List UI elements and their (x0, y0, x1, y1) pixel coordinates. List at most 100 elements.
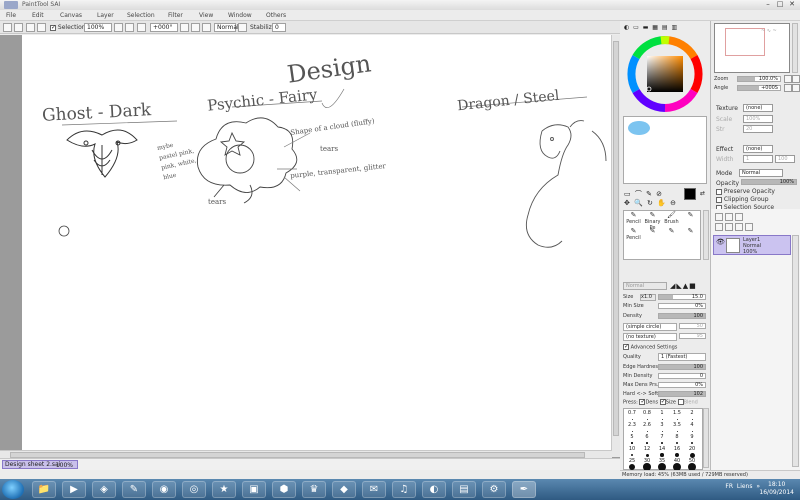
menu-file[interactable]: File (6, 12, 16, 19)
start-button[interactable] (2, 480, 24, 499)
primary-color-swatch[interactable] (684, 188, 696, 200)
selection-toggle[interactable]: Selection (50, 24, 86, 31)
density-slider[interactable]: 100 (658, 313, 706, 319)
links-toolbar[interactable]: Liens (737, 483, 753, 490)
maximize-icon[interactable]: □ (774, 0, 786, 9)
texture-select[interactable]: (none) (743, 104, 773, 112)
merge-down-button[interactable] (725, 223, 733, 231)
taskbar-app8-icon[interactable]: ✉ (362, 481, 386, 498)
menu-others[interactable]: Others (266, 12, 286, 19)
brush-size-option[interactable]: 2.6 (640, 422, 654, 432)
tool-slot-4[interactable]: ✎ (681, 211, 700, 227)
language-indicator[interactable]: FR (725, 483, 733, 490)
tool-brush[interactable]: 🖌 Brush (662, 211, 681, 227)
brush-size-option[interactable]: 3.5 (670, 422, 684, 432)
nav-angle-right-button[interactable] (792, 84, 800, 92)
brush-mode-select[interactable]: Normal (623, 282, 667, 290)
swap-colors-icon[interactable]: ⇄ (700, 190, 705, 197)
shape-strength-slider[interactable]: 50 (679, 323, 706, 329)
taskbar-app12-icon[interactable]: ⚙ (482, 481, 506, 498)
brush-size-option[interactable]: 6 (640, 434, 654, 444)
min-size-slider[interactable]: 0% (658, 303, 706, 309)
effect-strength-value[interactable]: 100 (775, 155, 795, 163)
angle-select[interactable]: +000° (150, 23, 178, 32)
scratchpad[interactable] (623, 116, 707, 184)
minimize-icon[interactable]: – (762, 0, 774, 9)
invert-selection-button[interactable] (14, 23, 23, 32)
tool-binary-pen[interactable]: ✎ Binary Pe (643, 211, 662, 231)
brush-size-option[interactable]: 3 (655, 422, 669, 432)
tool-grid-scrollbar[interactable] (703, 210, 709, 260)
width-value[interactable]: 1 (743, 155, 773, 163)
brush-size-option[interactable]: 20 (685, 446, 699, 458)
max-dens-slider[interactable]: 0% (658, 382, 706, 388)
nav-zoom-minus-button[interactable] (784, 75, 792, 83)
press-blend-checkbox[interactable] (677, 399, 684, 405)
strength-value[interactable]: 20 (743, 125, 773, 133)
nav-angle-slider[interactable]: +000S (737, 85, 781, 91)
flip-button[interactable] (238, 23, 247, 32)
brush-shape-icons[interactable]: ◢◣▲■ (670, 282, 697, 290)
taskbar-app5-icon[interactable]: ⬢ (272, 481, 296, 498)
scratchpad-swatch[interactable] (628, 121, 650, 135)
min-density-slider[interactable]: 0 (658, 373, 706, 379)
taskbar-browser-icon[interactable]: ◎ (182, 481, 206, 498)
vscroll-thumb[interactable] (613, 41, 619, 436)
preserve-opacity-row[interactable]: Preserve Opacity (716, 188, 775, 195)
brush-size-option[interactable]: 7 (655, 434, 669, 444)
edge-hardness-slider[interactable]: 100 (658, 364, 706, 370)
menu-layer[interactable]: Layer (97, 12, 114, 19)
canvas-horizontal-scrollbar[interactable] (0, 450, 612, 458)
brush-shape-select[interactable]: (simple circle) (623, 323, 677, 331)
canvas-vertical-scrollbar[interactable] (611, 35, 620, 457)
mode-select[interactable]: Normal (739, 169, 783, 177)
brush-size-option[interactable]: 25 (625, 458, 639, 471)
clipping-group-row[interactable]: Clipping Group (716, 196, 769, 203)
brush-size-option[interactable]: 5 (625, 434, 639, 444)
layers-scrollbar[interactable] (792, 235, 799, 467)
tool-pencil[interactable]: ✎ Pencil (624, 211, 643, 227)
brush-size-option[interactable]: 12 (640, 446, 654, 457)
scale-value[interactable]: 100% (743, 115, 773, 123)
taskbar-app2-icon[interactable]: ◉ (152, 481, 176, 498)
tool-slot-8[interactable]: ✎ (681, 227, 700, 243)
taskbar-app3-icon[interactable]: ★ (212, 481, 236, 498)
brush-size-option[interactable]: 10 (625, 446, 639, 457)
navigator-viewport[interactable] (725, 28, 765, 56)
new-linework-button[interactable] (735, 213, 743, 221)
delete-layer-button[interactable] (745, 223, 753, 231)
size-slider[interactable]: 15.0 (658, 294, 706, 300)
close-icon[interactable]: ✕ (786, 0, 798, 9)
nav-zoom-slider[interactable]: 100.0% (737, 76, 781, 82)
stabilizer-select[interactable]: 0 (272, 23, 286, 32)
preserve-opacity-checkbox[interactable] (716, 188, 722, 195)
clear-button[interactable] (37, 23, 46, 32)
menu-canvas[interactable]: Canvas (60, 12, 82, 19)
taskbar-app6-icon[interactable]: ♛ (302, 481, 326, 498)
brush-size-option[interactable]: 0.7 (625, 410, 639, 420)
taskbar-app7-icon[interactable]: ◆ (332, 481, 356, 498)
brush-size-option[interactable]: 9 (685, 434, 699, 445)
brush-size-option[interactable]: 50 (685, 458, 699, 471)
zoom-in-button[interactable] (125, 23, 134, 32)
menu-selection[interactable]: Selection (127, 12, 155, 19)
brush-texture-select[interactable]: (no texture) (623, 333, 677, 341)
zoom-out-button[interactable] (114, 23, 123, 32)
deselect-button[interactable] (3, 23, 12, 32)
navigator-scrollbar[interactable] (792, 23, 798, 73)
drawing-canvas[interactable]: Design Ghost - Dark Psychic - Fairy Drag… (22, 35, 612, 450)
taskbar-pen-icon[interactable]: ✎ (122, 481, 146, 498)
eye-icon[interactable]: 👁 (716, 238, 725, 246)
advanced-settings-checkbox[interactable] (623, 343, 629, 350)
brush-size-option[interactable]: 8 (670, 434, 684, 444)
zoom-reset-button[interactable] (137, 23, 146, 32)
layer-row[interactable]: 👁 Layer1 Normal 100% (713, 235, 791, 255)
taskbar-app10-icon[interactable]: ◐ (422, 481, 446, 498)
brush-size-option[interactable]: 2.3 (625, 422, 639, 432)
navigator-preview[interactable]: ~ ∿ ~ (714, 23, 790, 73)
taskbar-app4-icon[interactable]: ▣ (242, 481, 266, 498)
brush-size-scrollbar[interactable] (703, 408, 709, 468)
brush-size-option[interactable]: 0.8 (640, 410, 654, 420)
menu-view[interactable]: View (199, 12, 213, 19)
tool-icons-row2[interactable]: ✥ 🔍 ↻ ✋ ⊖ (624, 199, 677, 207)
